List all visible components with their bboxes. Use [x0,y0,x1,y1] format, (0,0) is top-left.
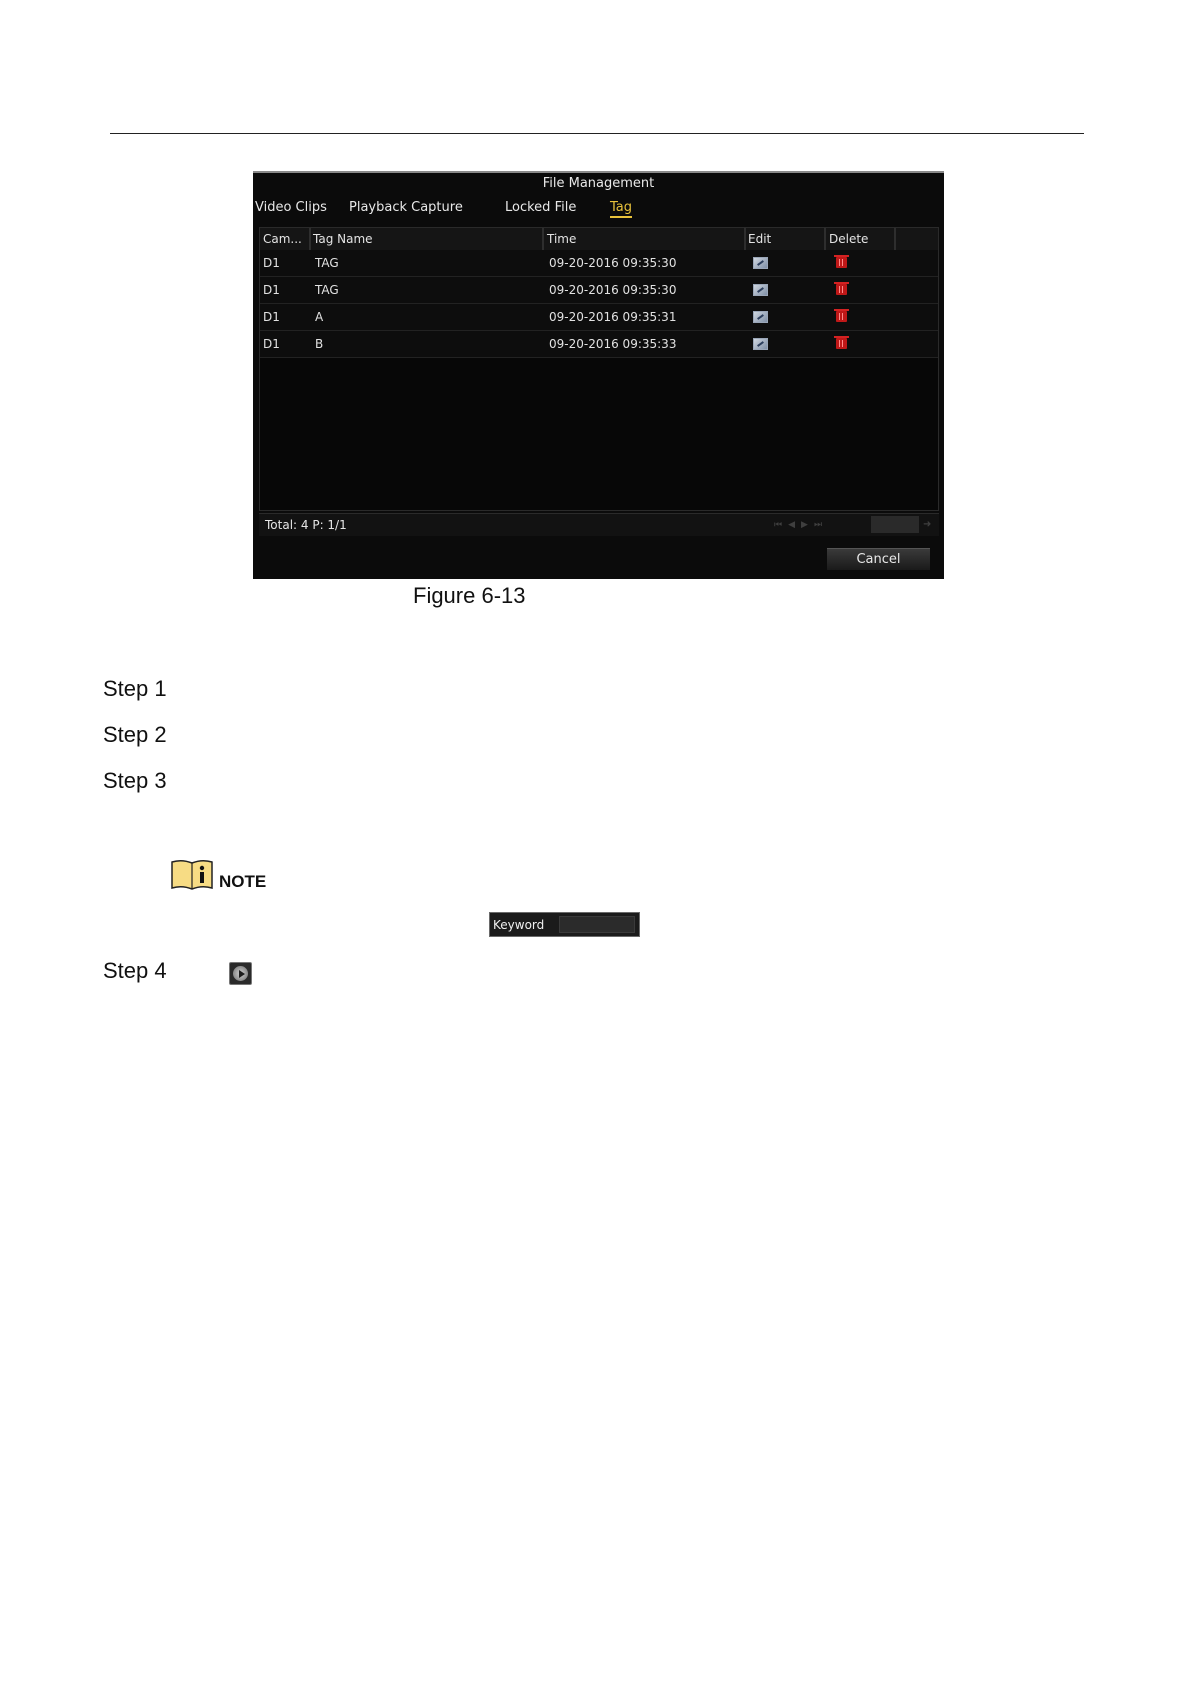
cell-time: 09-20-2016 09:35:31 [549,310,677,324]
table-row[interactable]: D1 B 09-20-2016 09:35:33 [260,331,938,358]
note-book-icon [171,859,213,890]
note-label: NOTE [219,872,267,891]
cancel-button[interactable]: Cancel [827,548,930,570]
edit-icon[interactable] [753,257,768,269]
tab-playback-capture[interactable]: Playback Capture [349,200,463,215]
figure-caption: Figure 6-13 [413,583,526,608]
tab-locked-file[interactable]: Locked File [505,200,576,215]
header-rule [110,133,1084,134]
delete-icon[interactable] [834,255,849,268]
step-4-label: Step 4 [103,958,167,983]
cell-tag-name: TAG [315,283,339,297]
cell-time: 09-20-2016 09:35:33 [549,337,677,351]
delete-icon[interactable] [834,336,849,349]
cell-camera: D1 [263,310,280,324]
cell-tag-name: TAG [315,256,339,270]
page-navigation-icons[interactable]: ⏮◀▶⏭ [774,520,828,530]
column-divider [744,228,746,250]
keyword-label: Keyword [493,918,545,932]
file-management-dialog: File Management Video Clips Playback Cap… [253,171,944,579]
step-1-label: Step 1 [103,676,167,701]
cell-camera: D1 [263,337,280,351]
edit-icon[interactable] [753,311,768,323]
table-header: Cam... Tag Name Time Edit Delete [260,228,938,251]
column-header-delete[interactable]: Delete [829,232,868,246]
delete-icon[interactable] [834,282,849,295]
tag-table: Cam... Tag Name Time Edit Delete D1 TAG … [259,227,939,511]
table-row[interactable]: D1 A 09-20-2016 09:35:31 [260,304,938,331]
cell-time: 09-20-2016 09:35:30 [549,256,677,270]
cell-tag-name: A [315,310,324,324]
play-icon[interactable] [229,962,252,985]
step-2-label: Step 2 [103,722,167,747]
column-header-tag-name[interactable]: Tag Name [313,232,373,246]
column-header-edit[interactable]: Edit [748,232,771,246]
cell-camera: D1 [263,283,280,297]
column-divider [894,228,896,250]
go-arrow-icon[interactable]: ➜ [923,519,931,530]
edit-icon[interactable] [753,284,768,296]
column-header-camera[interactable]: Cam... [263,232,302,246]
pagination-bar: Total: 4 P: 1/1 ⏮◀▶⏭ ➜ [259,513,939,536]
delete-icon[interactable] [834,309,849,322]
column-divider [824,228,826,250]
keyword-input[interactable] [559,916,635,933]
table-row[interactable]: D1 TAG 09-20-2016 09:35:30 [260,250,938,277]
table-body: D1 TAG 09-20-2016 09:35:30 D1 TAG 09-20-… [260,250,938,358]
column-divider [542,228,544,250]
edit-icon[interactable] [753,338,768,350]
table-row[interactable]: D1 TAG 09-20-2016 09:35:30 [260,277,938,304]
total-count: Total: 4 P: 1/1 [265,518,347,532]
page-number-input[interactable] [871,516,919,533]
dialog-title: File Management [542,176,655,191]
cell-tag-name: B [315,337,324,351]
column-header-time[interactable]: Time [547,232,576,246]
step-3-label: Step 3 [103,768,167,793]
tab-video-clips[interactable]: Video Clips [255,200,327,215]
cell-time: 09-20-2016 09:35:30 [549,283,677,297]
column-divider [309,228,311,250]
keyword-search-field: Keyword [489,912,640,937]
cell-camera: D1 [263,256,280,270]
tab-tag[interactable]: Tag [610,200,633,218]
